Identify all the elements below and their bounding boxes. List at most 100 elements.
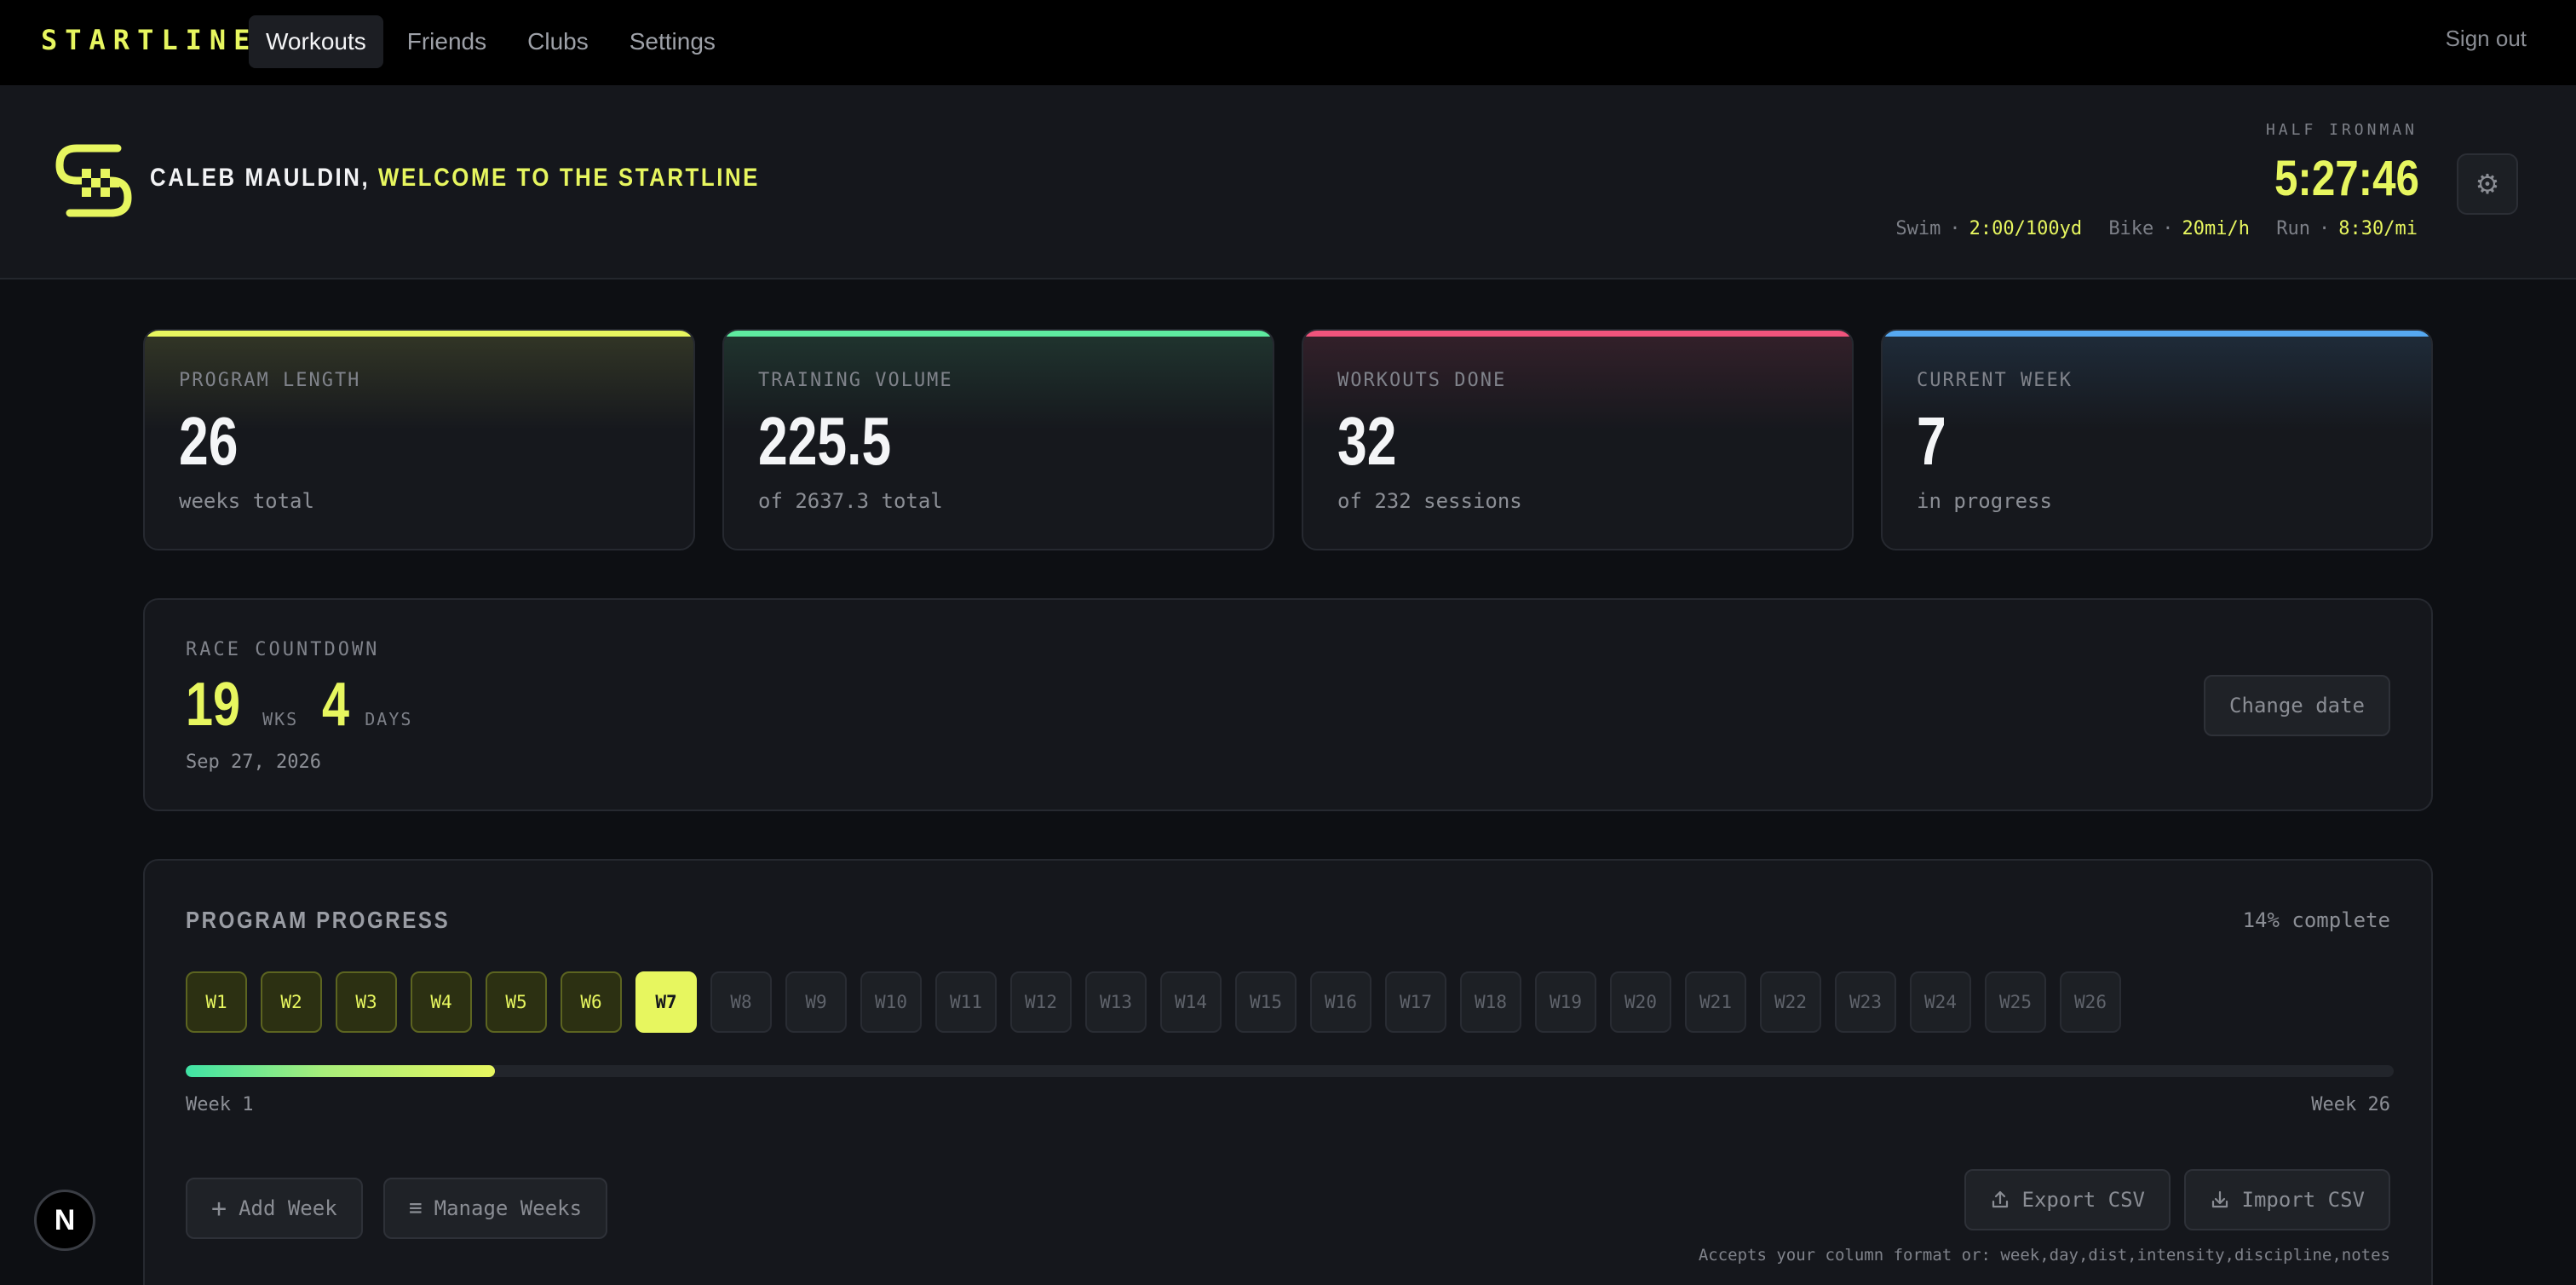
nav-item-friends[interactable]: Friends [390, 15, 503, 68]
card-accent-bar [724, 331, 1273, 337]
week-chip-19[interactable]: W19 [1535, 971, 1596, 1033]
stat-subtext: weeks total [179, 489, 314, 513]
stat-value: 7 [1917, 403, 1946, 479]
countdown-label: RACE COUNTDOWN [186, 639, 380, 660]
week-chip-22[interactable]: W22 [1760, 971, 1821, 1033]
welcome-message: CALEB MAULDIN, WELCOME TO THE STARTLINE [150, 164, 760, 193]
stat-value: 26 [179, 403, 239, 479]
week-chip-15[interactable]: W15 [1235, 971, 1297, 1033]
week-chip-16[interactable]: W16 [1310, 971, 1371, 1033]
countdown-values: 19 WKS 4 DAYS [186, 670, 436, 740]
week-chip-14[interactable]: W14 [1160, 971, 1222, 1033]
race-type: HALF IRONMAN [2265, 121, 2418, 139]
plus-icon: + [211, 1193, 227, 1224]
swim-label: Swim [1895, 218, 1941, 239]
gear-icon: ⚙ [2475, 168, 2500, 200]
week-chip-8[interactable]: W8 [710, 971, 772, 1033]
countdown-weeks-unit: WKS [262, 709, 299, 729]
progress-percent: 14% complete [2242, 908, 2390, 932]
bike-pace: 20mi/h [2182, 218, 2251, 239]
stat-subtext: in progress [1917, 489, 2052, 513]
progress-end-label: Week 26 [2311, 1094, 2390, 1115]
week-chip-1[interactable]: W1 [186, 971, 247, 1033]
csv-format-hint: Accepts your column format or: week,day,… [1698, 1246, 2390, 1265]
upload-icon [1992, 1190, 2008, 1208]
change-date-label: Change date [2229, 694, 2365, 717]
stat-card-program-length: PROGRAM LENGTH 26 weeks total [143, 329, 695, 550]
week-chip-12[interactable]: W12 [1010, 971, 1072, 1033]
countdown-days-unit: DAYS [365, 709, 413, 729]
nav-item-clubs[interactable]: Clubs [510, 15, 606, 68]
week-chip-4[interactable]: W4 [411, 971, 472, 1033]
swim-pace: 2:00/100yd [1969, 218, 2083, 239]
add-week-button[interactable]: + Add Week [186, 1178, 363, 1239]
week-chip-23[interactable]: W23 [1835, 971, 1896, 1033]
week-chip-10[interactable]: W10 [860, 971, 922, 1033]
week-chip-13[interactable]: W13 [1085, 971, 1147, 1033]
stat-value: 225.5 [758, 403, 892, 479]
week-chip-7[interactable]: W7 [635, 971, 697, 1033]
race-date: Sep 27, 2026 [186, 752, 321, 773]
pace-summary: Swim · 2:00/100yd Bike · 20mi/h Run · 8:30/mi [1895, 218, 2418, 239]
stat-card-workouts-done: WORKOUTS DONE 32 of 232 sessions [1302, 329, 1854, 550]
settings-button[interactable]: ⚙ [2457, 153, 2518, 215]
nav-item-settings[interactable]: Settings [612, 15, 733, 68]
manage-weeks-label: Manage Weeks [434, 1196, 583, 1220]
user-name: CALEB MAULDIN, [150, 164, 371, 192]
export-csv-button[interactable]: Export CSV [1964, 1169, 2171, 1230]
program-progress-card: PROGRAM PROGRESS 14% complete W1 W2 W3 W4 W5… [143, 859, 2433, 1285]
countdown-weeks: 19 [186, 671, 241, 739]
change-date-button[interactable]: Change date [2204, 675, 2390, 736]
export-csv-label: Export CSV [2021, 1188, 2146, 1212]
week-chip-3[interactable]: W3 [336, 971, 397, 1033]
race-countdown-card: RACE COUNTDOWN 19 WKS 4 DAYS Sep 27, 202… [143, 598, 2433, 811]
week-chip-6[interactable]: W6 [561, 971, 622, 1033]
week-chip-24[interactable]: W24 [1910, 971, 1971, 1033]
card-accent-bar [1883, 331, 2431, 337]
startline-logo-icon [55, 144, 132, 217]
stat-label: CURRENT WEEK [1917, 370, 2073, 391]
week-chip-9[interactable]: W9 [785, 971, 847, 1033]
week-chip-17[interactable]: W17 [1385, 971, 1446, 1033]
week-chip-26[interactable]: W26 [2060, 971, 2121, 1033]
week-chip-18[interactable]: W18 [1460, 971, 1521, 1033]
card-accent-bar [145, 331, 693, 337]
run-pace: 8:30/mi [2338, 218, 2418, 239]
stat-label: WORKOUTS DONE [1337, 370, 1507, 391]
stat-value: 32 [1337, 403, 1397, 479]
predicted-race-time: 5:27:46 [2274, 151, 2419, 206]
download-icon [2211, 1190, 2228, 1208]
brand-logo[interactable]: STARTLINE [41, 24, 257, 56]
stat-card-current-week: CURRENT WEEK 7 in progress [1881, 329, 2433, 550]
stat-card-training-volume: TRAINING VOLUME 225.5 of 2637.3 total [722, 329, 1274, 550]
week-chip-5[interactable]: W5 [486, 971, 547, 1033]
run-label: Run [2276, 218, 2311, 239]
progress-start-label: Week 1 [186, 1094, 254, 1115]
nav-item-workouts[interactable]: Workouts [249, 15, 383, 68]
week-chip-2[interactable]: W2 [261, 971, 322, 1033]
week-chip-21[interactable]: W21 [1685, 971, 1746, 1033]
separator: · [2162, 218, 2174, 239]
progress-fill [186, 1065, 495, 1077]
week-selector: W1 W2 W3 W4 W5 W6 W7 W8 W9 W10 W11 W12 W13 W14 W15 W16 W… [186, 971, 2135, 1033]
welcome-greeting: WELCOME TO THE STARTLINE [378, 164, 760, 192]
week-chip-20[interactable]: W20 [1610, 971, 1671, 1033]
top-nav: STARTLINE Workouts Friends Clubs Setting… [0, 0, 2576, 85]
week-chip-25[interactable]: W25 [1985, 971, 2046, 1033]
separator: · [2319, 218, 2331, 239]
program-progress-title: PROGRAM PROGRESS [186, 907, 451, 933]
card-accent-bar [1303, 331, 1852, 337]
import-csv-button[interactable]: Import CSV [2183, 1169, 2390, 1230]
dev-tools-badge[interactable]: N [34, 1190, 95, 1251]
week-chip-11[interactable]: W11 [935, 971, 997, 1033]
add-week-label: Add Week [239, 1196, 337, 1220]
bike-label: Bike [2108, 218, 2154, 239]
manage-weeks-button[interactable]: ≡ Manage Weeks [383, 1178, 608, 1239]
stat-label: PROGRAM LENGTH [179, 370, 361, 391]
sign-out-link[interactable]: Sign out [2446, 26, 2527, 52]
stat-label: TRAINING VOLUME [758, 370, 953, 391]
nav-menu: Workouts Friends Clubs Settings [249, 15, 739, 68]
countdown-days: 4 [322, 671, 350, 739]
import-csv-label: Import CSV [2241, 1188, 2366, 1212]
welcome-header: CALEB MAULDIN, WELCOME TO THE STARTLINE … [0, 85, 2576, 279]
